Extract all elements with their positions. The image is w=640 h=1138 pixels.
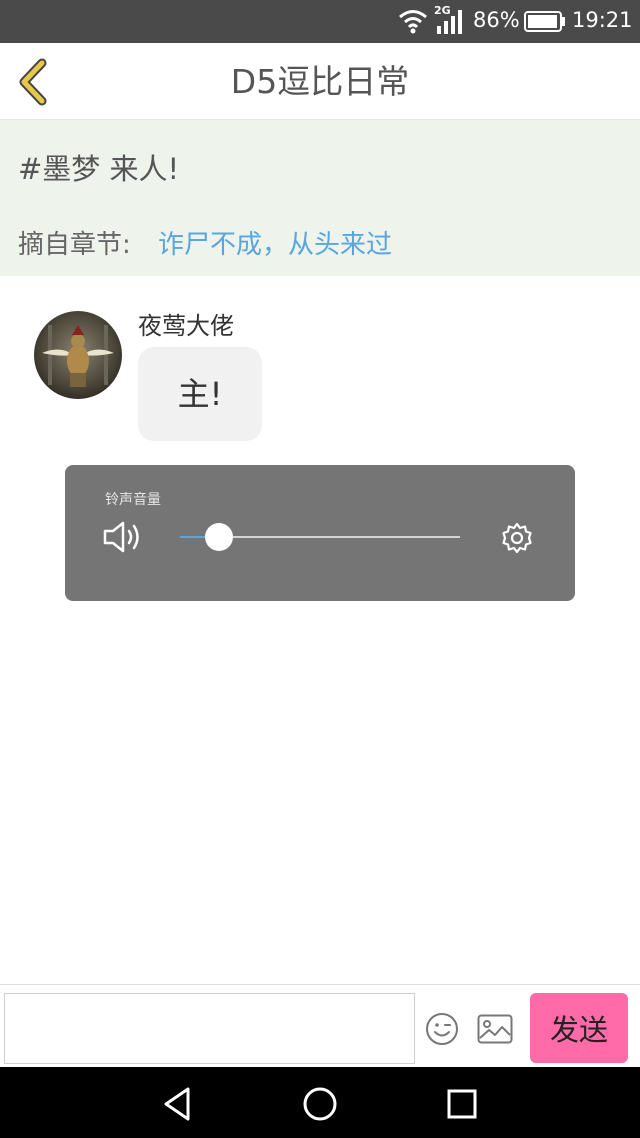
recents-square-icon[interactable]	[442, 1084, 482, 1124]
settings-icon[interactable]	[501, 522, 533, 554]
wifi-icon	[399, 10, 427, 34]
image-icon[interactable]	[477, 1014, 513, 1044]
avatar[interactable]	[34, 311, 122, 399]
volume-panel: 铃声音量	[65, 465, 575, 601]
volume-label: 铃声音量	[105, 492, 161, 508]
home-circle-icon[interactable]	[300, 1084, 340, 1124]
message-text: 主!	[177, 375, 223, 413]
input-bar: 发送	[0, 984, 640, 1067]
system-nav-bar	[0, 1067, 640, 1138]
clock: 19:21	[572, 8, 633, 32]
topic-banner: #墨梦 来人! 摘自章节: 诈尸不成，从头来过	[0, 120, 640, 276]
message-input[interactable]	[4, 993, 415, 1064]
message-username: 夜莺大佬	[138, 312, 234, 340]
chevron-left-icon[interactable]	[14, 57, 52, 107]
topic-title: #墨梦 来人!	[18, 152, 180, 186]
send-button[interactable]: 发送	[530, 993, 628, 1063]
status-bar: 2G 86% 19:21	[0, 0, 640, 43]
message-bubble[interactable]: 主!	[138, 347, 262, 441]
header: D5逗比日常	[0, 43, 640, 120]
signal-icon	[437, 10, 462, 34]
battery-percent: 86%	[473, 8, 520, 32]
back-triangle-icon[interactable]	[158, 1084, 198, 1124]
source-chapter-link[interactable]: 诈尸不成，从头来过	[158, 224, 392, 261]
battery-icon	[524, 11, 565, 32]
emoji-icon[interactable]	[425, 1012, 459, 1046]
page-title: D5逗比日常	[230, 62, 410, 101]
speaker-icon[interactable]	[103, 520, 143, 554]
source-chapter-label: 摘自章节:	[18, 230, 131, 260]
volume-slider-thumb[interactable]	[205, 523, 234, 551]
